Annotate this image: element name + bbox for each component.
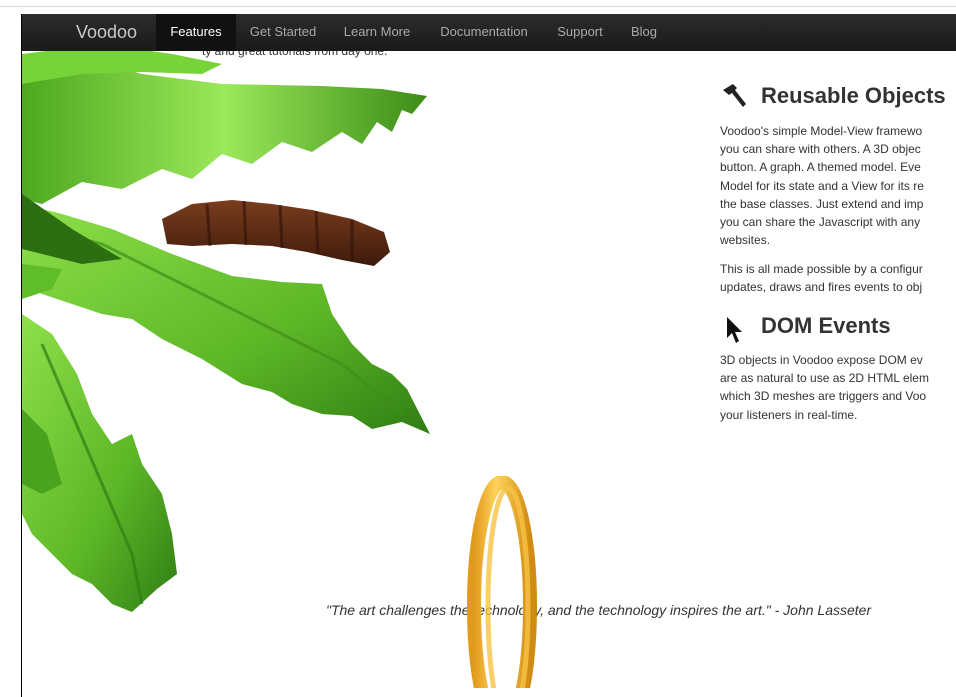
text-line: 3D objects in Voodoo expose DOM ev — [720, 353, 923, 367]
paragraph-dom-events: 3D objects in Voodoo expose DOM ev are a… — [720, 351, 929, 424]
nav-blog[interactable]: Blog — [624, 14, 664, 51]
text-line: Model for its state and a View for its r… — [720, 178, 924, 193]
nav-documentation[interactable]: Documentation — [434, 14, 534, 51]
hammer-icon — [723, 84, 746, 107]
text-line: you can share with others. A 3D objec — [720, 142, 921, 157]
text-line: Voodoo's simple Model-View framewo — [720, 124, 923, 138]
top-navbar: Voodoo Features Get Started Learn More D… — [22, 14, 956, 51]
nav-features[interactable]: Features — [156, 14, 236, 51]
brand-logo[interactable]: Voodoo — [76, 14, 137, 51]
text-line: are as natural to use as 2D HTML elem — [720, 371, 929, 386]
nav-learn-more[interactable]: Learn More — [336, 14, 418, 51]
nav-get-started[interactable]: Get Started — [240, 14, 326, 51]
text-line: websites. — [720, 233, 771, 248]
text-line: the base classes. Just extend and imp — [720, 196, 924, 211]
section-title-reusable-objects: Reusable Objects — [761, 83, 946, 108]
paragraph-configurable: This is all made possible by a configur … — [720, 260, 923, 296]
text-line: you can share the Javascript with any — [720, 214, 921, 229]
cursor-arrow-icon — [727, 317, 742, 343]
text-line: your listeners in real-time. — [720, 407, 858, 422]
section-title-dom-events: DOM Events — [761, 313, 891, 338]
text-line: This is all made possible by a configur — [720, 262, 923, 276]
window-top-border — [0, 6, 956, 7]
gold-ring-3d-model[interactable] — [462, 476, 542, 688]
page-viewport: Voodoo Features Get Started Learn More D… — [22, 14, 956, 688]
nav-support[interactable]: Support — [550, 14, 610, 51]
paragraph-reusable-objects: Voodoo's simple Model-View framewo you c… — [720, 122, 924, 249]
palm-tree-3d-model[interactable] — [22, 14, 442, 634]
text-line: button. A graph. A themed model. Eve — [720, 160, 921, 175]
text-line: updates, draws and fires events to obj — [720, 280, 923, 295]
text-line: which 3D meshes are triggers and Voo — [720, 389, 927, 404]
